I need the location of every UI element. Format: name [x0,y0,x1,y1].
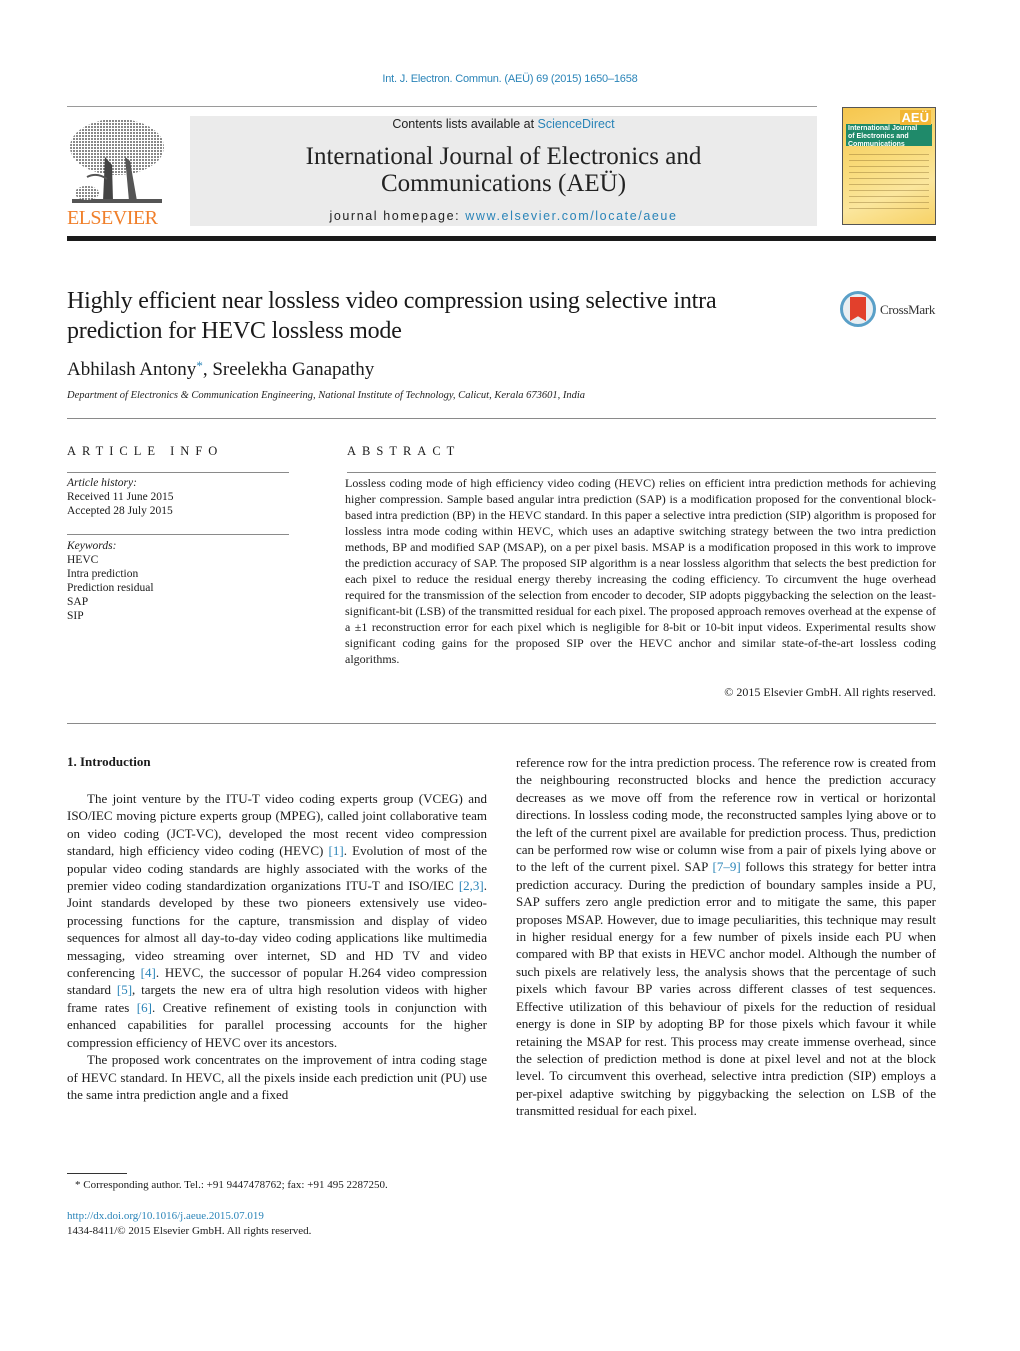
cover-title: International Journal of Electronics and… [848,125,917,149]
accepted-date: Accepted 28 July 2015 [67,505,173,517]
keyword: Prediction residual [67,582,154,594]
contents-availability: Contents lists available at ScienceDirec… [190,117,817,131]
body-text: follows this strategy for better intra p… [516,859,936,1119]
received-date: Received 11 June 2015 [67,491,174,503]
body-paragraph: reference row for the intra prediction p… [516,754,936,1120]
doi-link[interactable]: http://dx.doi.org/10.1016/j.aeue.2015.07… [67,1210,264,1222]
corresponding-author-footnote: * Corresponding author. Tel.: +91 944747… [75,1179,388,1191]
cover-title-line2: of Electronics and [848,133,909,140]
abstract-copyright: © 2015 Elsevier GmbH. All rights reserve… [724,685,936,699]
journal-title-line2: Communications (AEÜ) [380,170,627,197]
journal-citation[interactable]: Int. J. Electron. Commun. (AEÜ) 69 (2015… [0,73,1020,85]
article-info-heading: ARTICLE INFO [67,444,224,458]
body-paragraph: The proposed work concentrates on the im… [67,1051,487,1103]
author-affiliation: Department of Electronics & Communicatio… [67,390,586,401]
journal-homepage: journal homepage: www.elsevier.com/locat… [190,209,817,223]
paper-title-line1: Highly efficient near lossless video com… [67,288,717,314]
article-history-label: Article history: [67,477,137,489]
cover-contents-lines [849,154,929,210]
keyword: Intra prediction [67,568,139,580]
header-divider [67,106,817,107]
tree-icon [70,119,164,203]
keywords-label: Keywords: [67,540,117,552]
author-separator: , [202,359,213,380]
cover-title-line1: International Journal [848,125,918,132]
citation-reference-link[interactable]: [6] [137,1000,152,1015]
body-paragraph: The joint venture by the ITU-T video cod… [67,790,487,1051]
contents-prefix: Contents lists available at [392,117,538,131]
abstract-divider [347,472,936,473]
article-history: Article history: Received 11 June 2015 A… [67,476,174,518]
body-text: reference row for the intra prediction p… [516,755,936,875]
citation-reference-link[interactable]: [1] [329,843,344,858]
elsevier-wordmark: ELSEVIER [67,207,158,229]
issn-copyright: 1434-8411/© 2015 Elsevier GmbH. All righ… [67,1225,312,1237]
abstract-text: Lossless coding mode of high efficiency … [345,476,936,666]
title-divider [67,418,936,419]
front-matter-divider [67,723,936,724]
section-heading-introduction: 1. Introduction [67,754,151,769]
journal-cover-thumbnail[interactable]: AEÜ International Journal of Electronics… [842,107,936,225]
citation-reference-link[interactable]: [2,3] [459,878,484,893]
author-name[interactable]: Abhilash Antony [67,359,196,380]
article-info-divider [67,534,289,535]
header-thick-divider [67,236,936,241]
crossmark-button[interactable]: CrossMark [840,291,940,329]
keyword: SAP [67,596,89,608]
footnote-divider [67,1173,127,1174]
keywords: Keywords: HEVC Intra prediction Predicti… [67,539,154,623]
article-info-divider [67,472,289,473]
author-list: Abhilash Antony*, Sreelekha Ganapathy [67,358,374,381]
journal-title: International Journal of Electronics and… [190,143,817,197]
abstract-heading: ABSTRACT [347,444,461,458]
paper-title-line2: prediction for HEVC lossless mode [67,318,402,344]
homepage-link[interactable]: www.elsevier.com/locate/aeue [465,209,677,223]
citation-reference-link[interactable]: [7–9] [713,859,741,874]
keyword: SIP [67,610,84,622]
body-text: The proposed work concentrates on the im… [67,1052,487,1102]
cover-title-line3: Communications [848,141,905,148]
author-name[interactable]: Sreelekha Ganapathy [212,359,374,380]
sciencedirect-link[interactable]: ScienceDirect [538,117,615,131]
body-column-right: reference row for the intra prediction p… [516,754,936,1120]
paper-title: Highly efficient near lossless video com… [67,286,827,346]
cover-badge: AEÜ [899,110,931,125]
body-column-left: The joint venture by the ITU-T video cod… [67,790,487,1103]
crossmark-label: CrossMark [880,302,936,317]
homepage-prefix: journal homepage: [329,209,466,223]
keyword: HEVC [67,554,99,566]
citation-reference-link[interactable]: [5] [117,982,132,997]
citation-reference-link[interactable]: [4] [141,965,156,980]
journal-title-line1: International Journal of Electronics and [305,143,702,170]
